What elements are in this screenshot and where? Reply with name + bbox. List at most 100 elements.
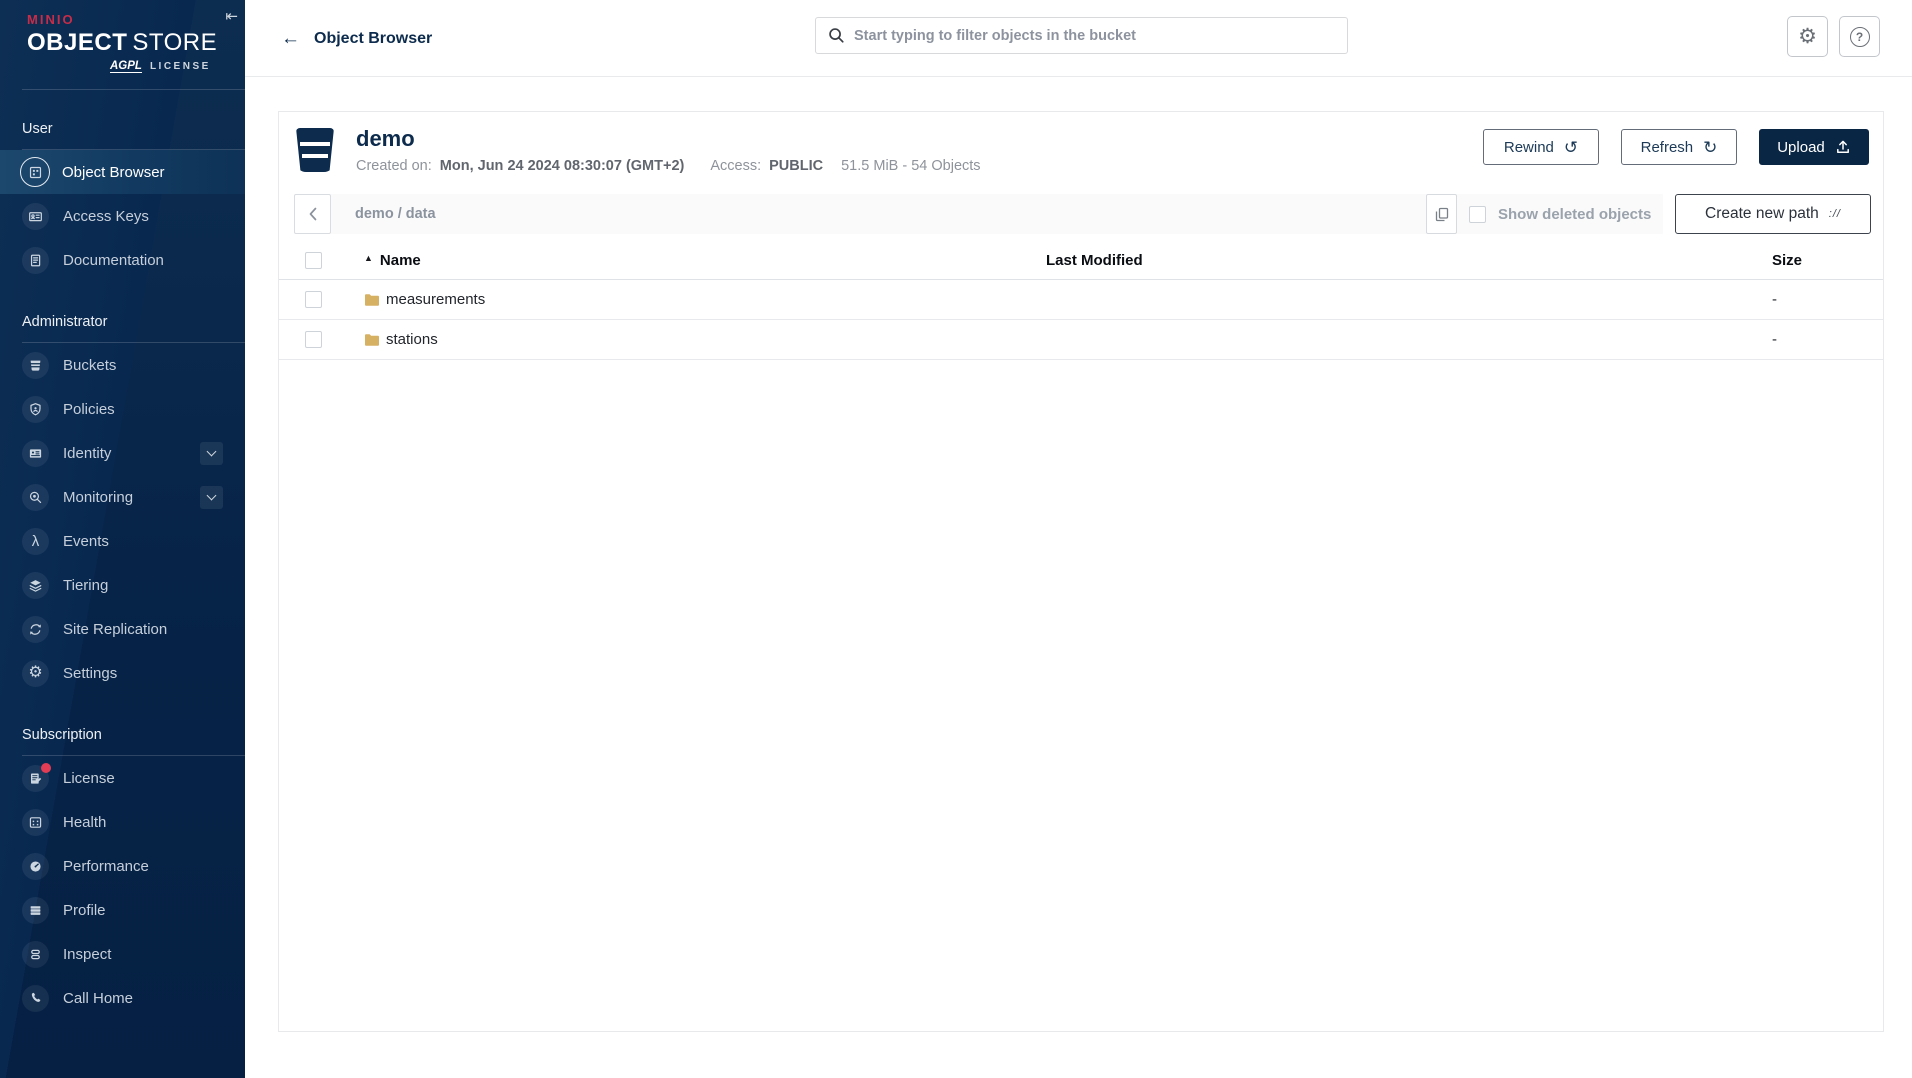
access-label: Access: <box>710 158 761 174</box>
created-on-label: Created on: <box>356 158 432 174</box>
top-header: ← Object Browser ⚙ ? <box>245 0 1912 77</box>
sidebar-item-performance[interactable]: Performance <box>0 844 245 888</box>
object-name[interactable]: stations <box>386 331 438 348</box>
section-label-subscription: Subscription <box>22 727 245 743</box>
created-on-value: Mon, Jun 24 2024 08:30:07 (GMT+2) <box>440 158 685 174</box>
column-header-name[interactable]: Name <box>380 252 421 269</box>
policy-shield-icon <box>22 396 49 423</box>
chevron-down-icon[interactable] <box>200 486 223 509</box>
row-checkbox[interactable] <box>305 291 322 308</box>
access-value: PUBLIC <box>769 158 823 174</box>
bucket-name: demo <box>356 126 981 152</box>
access-keys-icon <box>22 203 49 230</box>
folder-icon <box>364 293 380 307</box>
refresh-icon: ↻ <box>1703 139 1717 156</box>
sidebar-item-buckets[interactable]: Buckets <box>0 343 245 387</box>
section-label-administrator: Administrator <box>22 314 245 330</box>
profile-bars-icon <box>22 897 49 924</box>
sidebar-item-health[interactable]: Health <box>0 800 245 844</box>
chevron-down-icon[interactable] <box>200 442 223 465</box>
agpl-badge-icon: AGPL <box>110 60 142 73</box>
sidebar-item-call-home[interactable]: Call Home <box>0 976 245 1020</box>
row-checkbox[interactable] <box>305 331 322 348</box>
help-button[interactable]: ? <box>1839 16 1880 57</box>
minio-logo: MINIO OBJECTSTORE AGPL LICENSE <box>0 0 245 73</box>
sidebar-item-events[interactable]: λ Events <box>0 519 245 563</box>
object-filter-search[interactable] <box>815 17 1348 54</box>
sidebar-item-license[interactable]: License <box>0 756 245 800</box>
column-header-size[interactable]: Size <box>1746 252 1883 269</box>
copy-icon <box>1435 207 1449 222</box>
sidebar-item-identity[interactable]: Identity <box>0 431 245 475</box>
sidebar-item-profile[interactable]: Profile <box>0 888 245 932</box>
upload-button[interactable]: Upload <box>1759 129 1869 165</box>
question-mark-icon: ? <box>1850 27 1870 47</box>
sidebar-collapse-icon[interactable]: ⇤ <box>225 7 238 25</box>
minio-brand-text: MINIO <box>27 12 245 27</box>
rewind-icon: ↺ <box>1564 139 1578 156</box>
table-header-row: ▲ Name Last Modified Size <box>279 242 1883 280</box>
breadcrumb-path[interactable]: demo / data <box>355 206 436 222</box>
new-path-icon: :// <box>1829 208 1841 220</box>
bucket-icon <box>22 352 49 379</box>
breadcrumb: demo / data <box>331 194 1426 234</box>
identity-card-icon <box>22 440 49 467</box>
path-bar: demo / data Show deleted objects Create … <box>294 194 1871 234</box>
license-badge: AGPL LICENSE <box>27 60 245 73</box>
back-arrow-icon[interactable]: ← <box>281 28 300 50</box>
sidebar-item-documentation[interactable]: Documentation <box>0 238 245 282</box>
create-new-path-button[interactable]: Create new path :// <box>1675 194 1871 234</box>
object-store-title: OBJECTSTORE <box>27 29 245 57</box>
sidebar-item-inspect[interactable]: Inspect <box>0 932 245 976</box>
bucket-usage: 51.5 MiB - 54 Objects <box>841 158 980 174</box>
refresh-button[interactable]: Refresh ↻ <box>1621 129 1737 165</box>
documentation-icon <box>22 247 49 274</box>
search-input[interactable] <box>854 28 1335 44</box>
phone-icon <box>22 985 49 1012</box>
objects-table: ▲ Name Last Modified Size measurements -… <box>279 242 1883 360</box>
search-icon <box>828 27 845 44</box>
section-label-user: User <box>22 121 245 137</box>
page-title: Object Browser <box>314 30 432 48</box>
select-all-checkbox[interactable] <box>305 252 322 269</box>
sidebar: ⇤ MINIO OBJECTSTORE AGPL LICENSE User Ob… <box>0 0 245 1078</box>
health-clipboard-icon <box>22 809 49 836</box>
copy-path-button[interactable] <box>1426 194 1457 234</box>
divider <box>22 89 245 90</box>
path-back-button[interactable] <box>294 194 331 234</box>
license-alert-badge <box>41 763 51 773</box>
inspect-icon <box>22 941 49 968</box>
rewind-button[interactable]: Rewind ↺ <box>1483 129 1599 165</box>
show-deleted-group: Show deleted objects <box>1457 194 1663 234</box>
sidebar-item-tiering[interactable]: Tiering <box>0 563 245 607</box>
show-deleted-label: Show deleted objects <box>1498 206 1651 223</box>
object-browser-icon <box>20 157 50 187</box>
bucket-browser-card: demo Created on: Mon, Jun 24 2024 08:30:… <box>278 111 1884 1032</box>
gear-icon: ⚙ <box>22 660 49 687</box>
sort-ascending-icon[interactable]: ▲ <box>364 253 373 263</box>
table-row[interactable]: stations - <box>279 320 1883 360</box>
table-row[interactable]: measurements - <box>279 280 1883 320</box>
column-header-last-modified[interactable]: Last Modified <box>1046 252 1746 269</box>
replication-sync-icon <box>22 616 49 643</box>
sidebar-item-settings[interactable]: ⚙ Settings <box>0 651 245 695</box>
sidebar-item-monitoring[interactable]: Monitoring <box>0 475 245 519</box>
object-size: - <box>1746 291 1883 308</box>
license-document-icon <box>22 765 49 792</box>
sidebar-item-site-replication[interactable]: Site Replication <box>0 607 245 651</box>
gear-icon: ⚙ <box>1798 24 1817 49</box>
sidebar-item-access-keys[interactable]: Access Keys <box>0 194 245 238</box>
tiering-layers-icon <box>22 572 49 599</box>
object-name[interactable]: measurements <box>386 291 485 308</box>
performance-gauge-icon <box>22 853 49 880</box>
bucket-icon <box>296 128 334 172</box>
sidebar-item-object-browser[interactable]: Object Browser <box>0 150 245 194</box>
monitoring-magnifier-icon <box>22 484 49 511</box>
lambda-icon: λ <box>22 528 49 555</box>
show-deleted-checkbox[interactable] <box>1469 206 1486 223</box>
chevron-left-icon <box>306 206 320 222</box>
upload-icon <box>1835 139 1851 155</box>
settings-gear-button[interactable]: ⚙ <box>1787 16 1828 57</box>
sidebar-item-policies[interactable]: Policies <box>0 387 245 431</box>
folder-icon <box>364 333 380 347</box>
